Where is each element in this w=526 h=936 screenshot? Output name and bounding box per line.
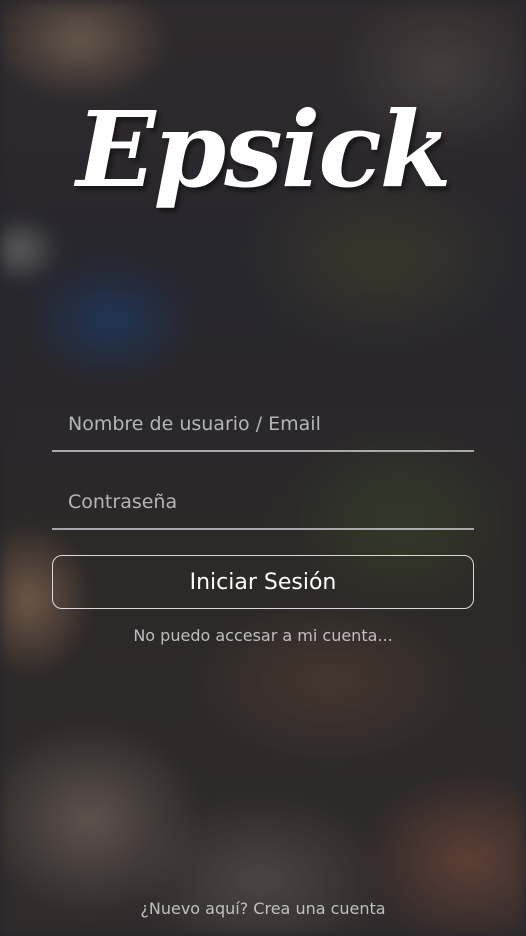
login-screen: Epsick Iniciar Sesión No puedo accesar a… xyxy=(0,0,526,936)
password-field xyxy=(52,476,474,530)
username-field xyxy=(52,398,474,452)
app-logo: Epsick xyxy=(76,88,451,211)
password-input[interactable] xyxy=(66,476,470,528)
username-input[interactable] xyxy=(66,398,470,450)
forgot-account-link[interactable]: No puedo accesar a mi cuenta... xyxy=(0,626,526,645)
login-button[interactable]: Iniciar Sesión xyxy=(52,555,474,609)
signup-link[interactable]: ¿Nuevo aquí? Crea una cuenta xyxy=(0,899,526,918)
